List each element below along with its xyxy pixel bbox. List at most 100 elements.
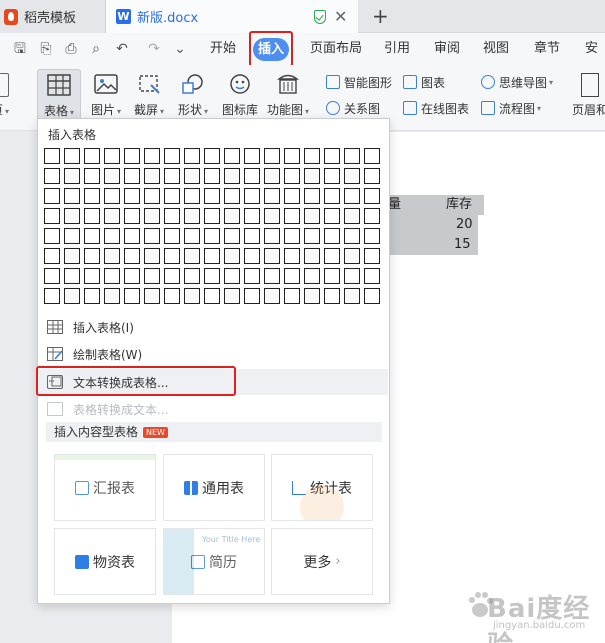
table-to-text-item[interactable]: 表格转换成文本...: [39, 396, 388, 422]
grid-cell[interactable]: [204, 268, 220, 284]
grid-cell[interactable]: [164, 288, 180, 304]
grid-cell[interactable]: [264, 248, 280, 264]
grid-cell[interactable]: [64, 148, 80, 164]
grid-cell[interactable]: [324, 148, 340, 164]
grid-cell[interactable]: [364, 148, 380, 164]
menu-reference[interactable]: 引用: [384, 33, 410, 65]
grid-cell[interactable]: [304, 248, 320, 264]
grid-cell[interactable]: [104, 148, 120, 164]
grid-cell[interactable]: [184, 288, 200, 304]
grid-cell[interactable]: [284, 168, 300, 184]
insert-table-item[interactable]: 插入表格(I): [39, 314, 388, 340]
grid-cell[interactable]: [324, 208, 340, 224]
grid-cell[interactable]: [84, 168, 100, 184]
grid-cell[interactable]: [324, 168, 340, 184]
grid-cell[interactable]: [44, 268, 60, 284]
grid-cell[interactable]: [64, 168, 80, 184]
grid-cell[interactable]: [44, 188, 60, 204]
grid-cell[interactable]: [124, 228, 140, 244]
grid-cell[interactable]: [264, 168, 280, 184]
grid-cell[interactable]: [124, 208, 140, 224]
grid-cell[interactable]: [304, 288, 320, 304]
grid-cell[interactable]: [364, 228, 380, 244]
menu-security[interactable]: 安全: [585, 33, 605, 88]
grid-cell[interactable]: [344, 148, 360, 164]
online-chart-button[interactable]: 在线图表: [403, 98, 469, 118]
grid-cell[interactable]: [224, 168, 240, 184]
grid-cell[interactable]: [324, 188, 340, 204]
grid-cell[interactable]: [304, 188, 320, 204]
grid-cell[interactable]: [304, 268, 320, 284]
grid-cell[interactable]: [244, 248, 260, 264]
grid-cell[interactable]: [364, 188, 380, 204]
grid-cell[interactable]: [364, 208, 380, 224]
grid-cell[interactable]: [244, 288, 260, 304]
grid-cell[interactable]: [344, 288, 360, 304]
grid-cell[interactable]: [84, 228, 100, 244]
grid-cell[interactable]: [224, 188, 240, 204]
grid-cell[interactable]: [204, 228, 220, 244]
shape-button[interactable]: 形状 ▾: [171, 69, 215, 125]
grid-cell[interactable]: [104, 228, 120, 244]
ribbon-cut-button[interactable]: 页▾: [0, 69, 22, 125]
grid-cell[interactable]: [304, 148, 320, 164]
grid-cell[interactable]: [104, 168, 120, 184]
grid-cell[interactable]: [124, 248, 140, 264]
close-icon[interactable]: ✕: [334, 7, 347, 26]
grid-cell[interactable]: [264, 288, 280, 304]
grid-cell[interactable]: [304, 228, 320, 244]
grid-cell[interactable]: [244, 228, 260, 244]
grid-cell[interactable]: [44, 148, 60, 164]
grid-cell[interactable]: [144, 188, 160, 204]
grid-cell[interactable]: [104, 268, 120, 284]
grid-cell[interactable]: [244, 148, 260, 164]
grid-cell[interactable]: [144, 148, 160, 164]
grid-cell[interactable]: [204, 208, 220, 224]
grid-cell[interactable]: [84, 188, 100, 204]
export-icon[interactable]: ⎘: [38, 41, 54, 57]
grid-cell[interactable]: [184, 268, 200, 284]
grid-cell[interactable]: [164, 228, 180, 244]
grid-cell[interactable]: [64, 188, 80, 204]
grid-cell[interactable]: [204, 248, 220, 264]
resume-card[interactable]: Your Title Here 简历: [163, 528, 265, 595]
print-icon[interactable]: ⎙: [63, 41, 79, 57]
grid-cell[interactable]: [144, 248, 160, 264]
general-table-card[interactable]: 通用表: [163, 454, 265, 521]
grid-cell[interactable]: [284, 268, 300, 284]
menu-page-layout[interactable]: 页面布局: [310, 33, 362, 65]
more-templates-card[interactable]: 更多 ›: [271, 528, 373, 595]
grid-cell[interactable]: [344, 248, 360, 264]
grid-cell[interactable]: [184, 208, 200, 224]
stats-table-card[interactable]: 统计表: [271, 454, 373, 521]
grid-cell[interactable]: [364, 268, 380, 284]
grid-cell[interactable]: [204, 288, 220, 304]
redo-icon[interactable]: ↷: [146, 41, 162, 57]
grid-cell[interactable]: [144, 208, 160, 224]
grid-cell[interactable]: [104, 208, 120, 224]
table-size-grid[interactable]: [44, 148, 384, 308]
preview-icon[interactable]: ⌕: [88, 41, 104, 57]
mindmap-button[interactable]: 思维导图 ▾: [481, 72, 553, 92]
grid-cell[interactable]: [284, 228, 300, 244]
grid-cell[interactable]: [64, 288, 80, 304]
grid-cell[interactable]: [284, 208, 300, 224]
smart-shape-button[interactable]: 智能图形: [326, 72, 392, 92]
grid-cell[interactable]: [104, 188, 120, 204]
grid-cell[interactable]: [224, 248, 240, 264]
grid-cell[interactable]: [344, 188, 360, 204]
chart-button[interactable]: 图表: [403, 72, 445, 92]
material-table-card[interactable]: 物资表: [54, 528, 156, 595]
grid-cell[interactable]: [164, 148, 180, 164]
grid-cell[interactable]: [284, 188, 300, 204]
funcmap-button[interactable]: 功能图 ▾: [266, 69, 310, 125]
grid-cell[interactable]: [164, 268, 180, 284]
menu-view[interactable]: 视图: [483, 33, 509, 65]
grid-cell[interactable]: [344, 268, 360, 284]
grid-cell[interactable]: [364, 168, 380, 184]
grid-cell[interactable]: [364, 248, 380, 264]
grid-cell[interactable]: [44, 208, 60, 224]
grid-cell[interactable]: [224, 148, 240, 164]
grid-cell[interactable]: [84, 268, 100, 284]
grid-cell[interactable]: [244, 268, 260, 284]
